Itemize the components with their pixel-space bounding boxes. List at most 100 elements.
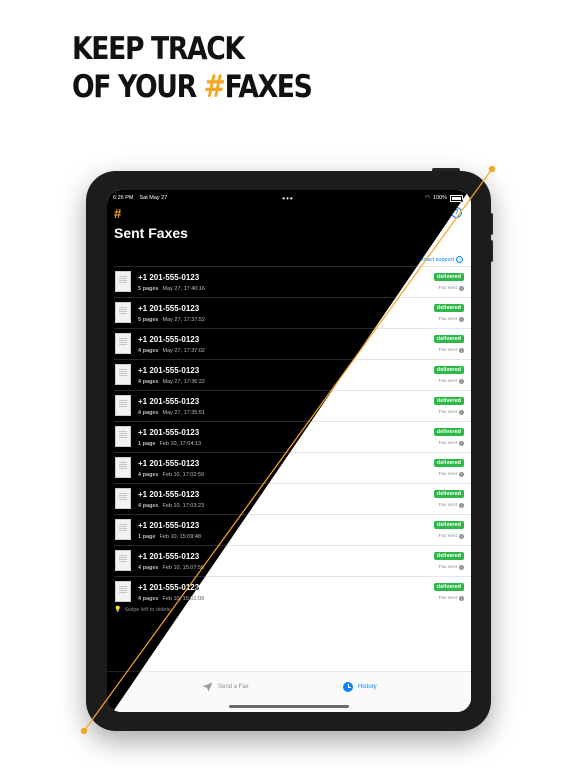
tab-send-label: Send a Fax bbox=[218, 684, 249, 690]
tab-bar: Send a Fax History bbox=[107, 671, 471, 712]
fax-date: May 27, 17:36:22 bbox=[162, 379, 205, 385]
headline-line-2: OF YOUR #FAXES bbox=[72, 68, 313, 106]
fax-sent-text: Fax sent bbox=[438, 286, 457, 291]
fax-sent-label[interactable]: Fax senti bbox=[439, 534, 464, 539]
fax-meta: 4 pagesMay 27, 17:37:02 bbox=[138, 348, 205, 354]
fax-pages: 4 pages bbox=[138, 596, 159, 602]
fax-meta: 1 pageFeb 10, 17:04:13 bbox=[138, 441, 201, 447]
fax-thumbnail bbox=[115, 271, 131, 292]
status-badge: delivered bbox=[433, 366, 464, 374]
fax-sent-label[interactable]: Fax senti bbox=[439, 472, 464, 477]
fax-sent-label[interactable]: Fax senti bbox=[439, 348, 464, 353]
info-icon: i bbox=[459, 441, 464, 446]
fax-sent-text: Fax sent bbox=[438, 379, 457, 384]
fax-date: May 27, 17:37:02 bbox=[162, 348, 205, 354]
fax-date: May 27, 17:40:16 bbox=[162, 286, 205, 292]
fax-meta: 4 pagesFeb 10, 17:03:23 bbox=[138, 503, 204, 509]
fax-sent-label[interactable]: Fax senti bbox=[439, 410, 464, 415]
battery-percent-dark: 100% bbox=[432, 195, 447, 201]
fax-sent-text: Fax sent bbox=[438, 503, 457, 508]
status-badge: delivered bbox=[433, 304, 464, 312]
fax-date: Feb 10, 15:09:48 bbox=[159, 534, 202, 540]
fax-pages: 4 pages bbox=[138, 410, 159, 416]
hash-logo-icon-dark: # bbox=[114, 206, 122, 221]
status-badge: delivered bbox=[433, 552, 464, 560]
home-indicator bbox=[229, 705, 349, 708]
fax-sent-label[interactable]: Fax senti bbox=[439, 596, 464, 601]
fax-sent-text: Fax sent bbox=[438, 534, 457, 539]
fax-pages: 4 pages bbox=[138, 379, 159, 385]
swipe-hint-dark: 💡 Swipe left to delete bbox=[114, 606, 171, 614]
fax-thumbnail bbox=[115, 426, 131, 447]
fax-number: +1 201-555-0123 bbox=[138, 397, 200, 406]
fax-thumbnail bbox=[115, 333, 131, 354]
status-badge: delivered bbox=[433, 521, 464, 529]
fax-date: May 27, 17:37:52 bbox=[162, 317, 205, 323]
fax-pages: 4 pages bbox=[138, 565, 159, 571]
fax-thumbnail bbox=[115, 302, 131, 323]
status-time-dark: 6:26 PM bbox=[113, 195, 134, 201]
headline-line-1: KEEP TRACK bbox=[72, 31, 245, 67]
headline-prefix: OF YOUR bbox=[72, 69, 204, 105]
status-badge: delivered bbox=[433, 583, 464, 591]
fax-date: Feb 10, 17:03:23 bbox=[162, 503, 205, 509]
fax-sent-label[interactable]: Fax senti bbox=[439, 379, 464, 384]
fax-sent-text: Fax sent bbox=[438, 441, 457, 446]
fax-sent-label[interactable]: Fax senti bbox=[439, 441, 464, 446]
fax-number: +1 201-555-0123 bbox=[138, 428, 200, 437]
fax-sent-text: Fax sent bbox=[438, 348, 457, 353]
info-icon: i bbox=[459, 317, 464, 322]
status-date-dark: Sat May 27 bbox=[139, 195, 168, 201]
fax-pages: 4 pages bbox=[138, 503, 159, 509]
fax-sent-label[interactable]: Fax senti bbox=[439, 503, 464, 508]
status-badge: delivered bbox=[433, 273, 464, 281]
fax-number: +1 201-555-0123 bbox=[138, 552, 200, 561]
info-icon: i bbox=[459, 534, 464, 539]
fax-meta: 5 pagesMay 27, 17:40:16 bbox=[138, 286, 205, 292]
page-title-dark: Sent Faxes bbox=[114, 225, 188, 241]
fax-number: +1 201-555-0123 bbox=[138, 490, 200, 499]
fax-sent-label[interactable]: Fax senti bbox=[439, 565, 464, 570]
headline-suffix: FAXES bbox=[224, 69, 313, 105]
fax-number: +1 201-555-0123 bbox=[138, 304, 200, 313]
fax-thumbnail bbox=[115, 457, 131, 478]
info-icon: i bbox=[459, 410, 464, 415]
tab-history[interactable]: History bbox=[343, 682, 377, 692]
status-badge: delivered bbox=[433, 428, 464, 436]
multitasking-dots-icon-dark[interactable]: ••• bbox=[282, 194, 293, 203]
fax-meta: 4 pagesFeb 10, 17:02:59 bbox=[138, 472, 204, 478]
fax-sent-text: Fax sent bbox=[438, 410, 457, 415]
fax-date: Feb 10, 17:02:59 bbox=[162, 472, 205, 478]
fax-sent-text: Fax sent bbox=[438, 317, 457, 322]
headline: KEEP TRACK OF YOUR #FAXES bbox=[72, 30, 313, 106]
status-badge: delivered bbox=[433, 397, 464, 405]
fax-pages: 4 pages bbox=[138, 348, 159, 354]
fax-date: Feb 10, 15:07:58 bbox=[162, 565, 205, 571]
fax-date: Feb 10, 17:04:13 bbox=[159, 441, 202, 447]
tab-send-a-fax[interactable]: Send a Fax bbox=[202, 682, 249, 692]
status-badge: delivered bbox=[433, 335, 464, 343]
fax-number: +1 201-555-0123 bbox=[138, 583, 200, 592]
fax-sent-label[interactable]: Fax senti bbox=[439, 317, 464, 322]
fax-pages: 5 pages bbox=[138, 286, 159, 292]
fax-sent-label[interactable]: Fax senti bbox=[439, 286, 464, 291]
ipad-screen: 6:26 PM Sat May 27 ••• ◠100% # ? Sent Fa… bbox=[107, 190, 471, 712]
fax-pages: 1 page bbox=[138, 534, 156, 540]
fax-meta: 4 pagesFeb 10, 15:07:58 bbox=[138, 565, 204, 571]
fax-meta: 4 pagesMay 27, 17:35:51 bbox=[138, 410, 205, 416]
fax-number: +1 201-555-0123 bbox=[138, 273, 200, 282]
status-badge: delivered bbox=[433, 459, 464, 467]
fax-sent-text: Fax sent bbox=[438, 472, 457, 477]
fax-number: +1 201-555-0123 bbox=[138, 459, 200, 468]
fax-thumbnail bbox=[115, 488, 131, 509]
fax-thumbnail bbox=[115, 550, 131, 571]
paper-plane-icon bbox=[202, 682, 213, 692]
fax-thumbnail bbox=[115, 395, 131, 416]
fax-thumbnail bbox=[115, 519, 131, 540]
fax-sent-text: Fax sent bbox=[438, 565, 457, 570]
fax-number: +1 201-555-0123 bbox=[138, 335, 200, 344]
info-icon: i bbox=[459, 565, 464, 570]
fax-number: +1 201-555-0123 bbox=[138, 366, 200, 375]
fax-number: +1 201-555-0123 bbox=[138, 521, 200, 530]
bulb-icon-dark: 💡 bbox=[114, 607, 122, 613]
